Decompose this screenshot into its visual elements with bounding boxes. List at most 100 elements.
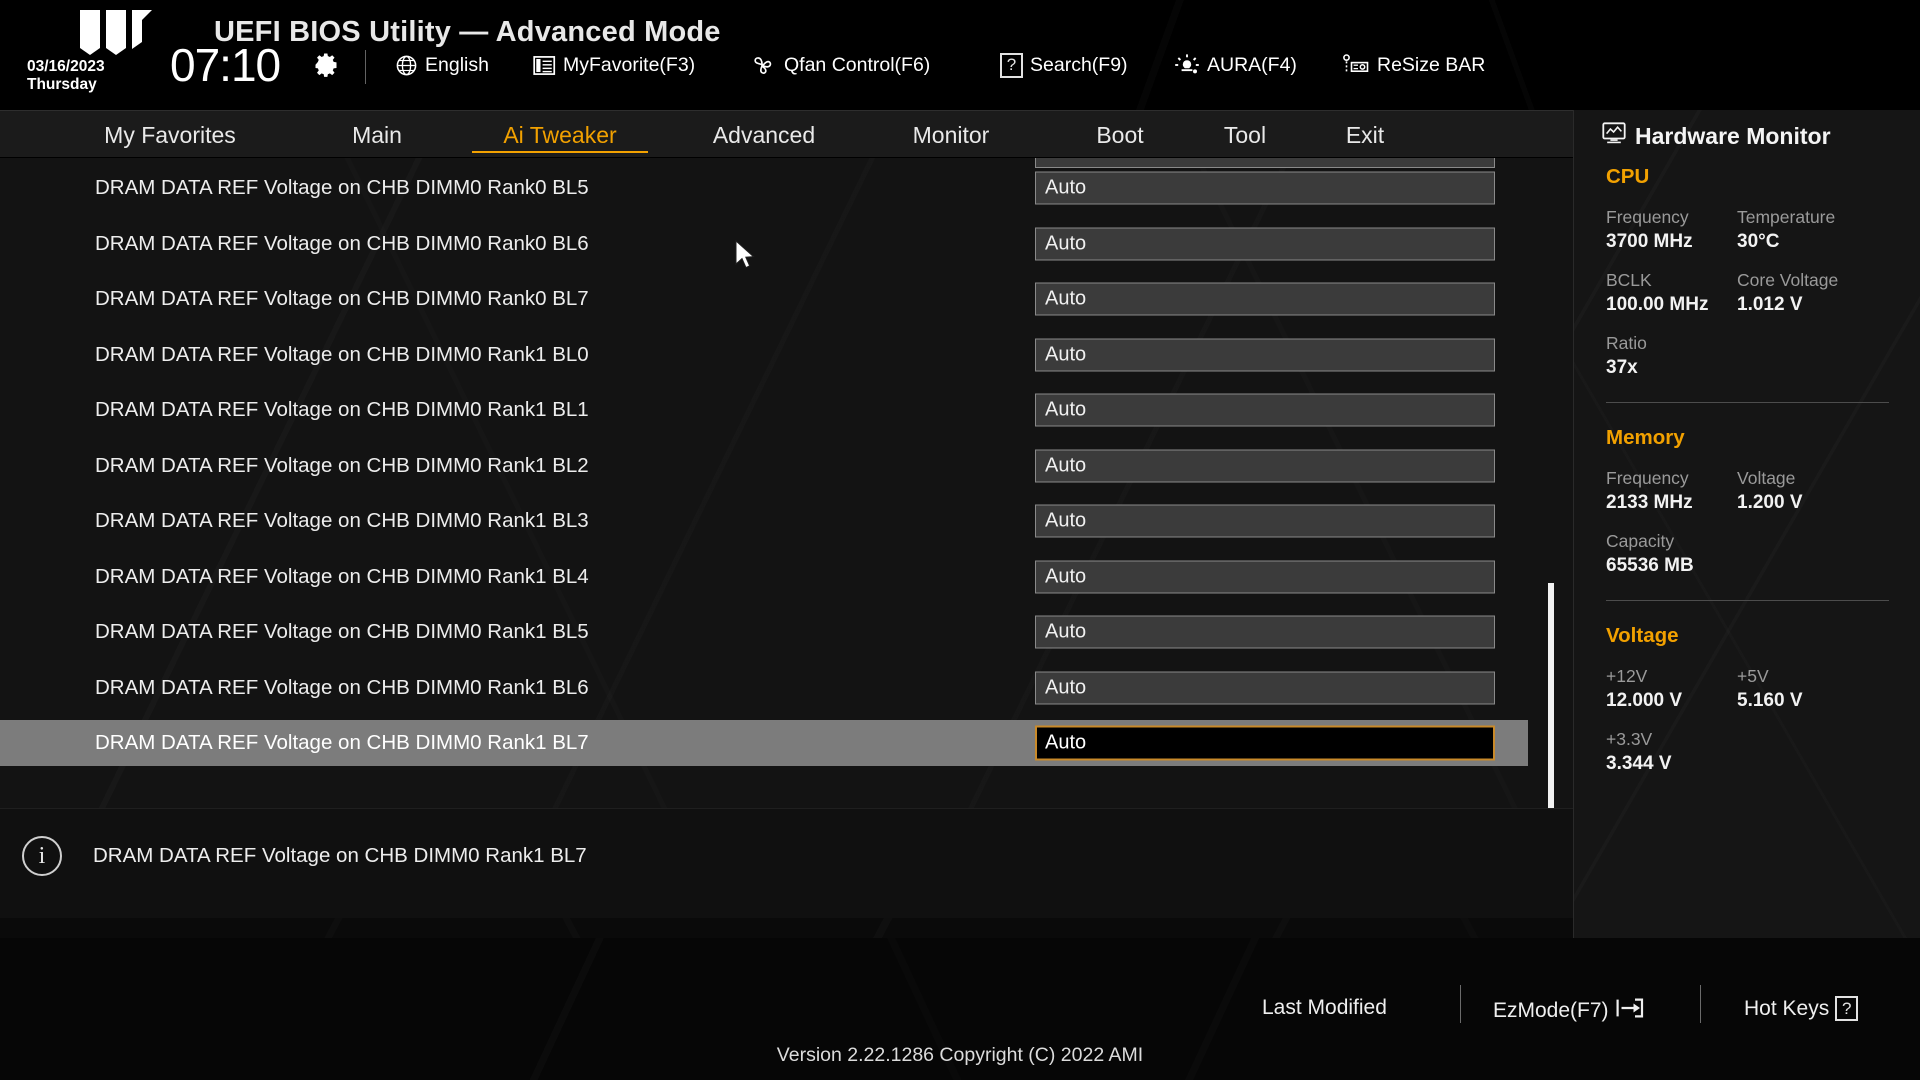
nav-item-main[interactable]: Main <box>325 111 429 159</box>
bios-screen: UEFI BIOS Utility — Advanced Mode 03/16/… <box>0 0 1920 1080</box>
table-row[interactable]: DRAM DATA REF Voltage on CHB DIMM0 Rank0… <box>0 221 1528 267</box>
last-modified-button[interactable]: Last Modified <box>1262 996 1387 1020</box>
hardware-monitor-title: Hardware Monitor <box>1602 122 1831 150</box>
setting-value-field[interactable]: Auto <box>1035 282 1495 316</box>
resize-bar-label: ReSize BAR <box>1377 53 1486 76</box>
setting-label: DRAM DATA REF Voltage on CHB DIMM0 Rank1… <box>95 731 589 754</box>
aura-label: AURA(F4) <box>1207 53 1297 76</box>
setting-value-field[interactable]: Auto <box>1035 227 1495 260</box>
myfavorite-button[interactable]: MyFavorite(F3) <box>533 52 695 78</box>
table-row[interactable]: DRAM DATA REF Voltage on CHB DIMM0 Rank1… <box>0 332 1528 378</box>
table-row[interactable]: DRAM DATA REF Voltage on CHB DIMM0 Rank0… <box>0 276 1528 322</box>
table-row[interactable]: DRAM DATA REF Voltage on CHB DIMM0 Rank1… <box>0 609 1528 655</box>
language-button[interactable]: English <box>395 52 489 78</box>
monitor-chart-icon <box>1602 122 1626 150</box>
question-box-icon: ? <box>1835 996 1859 1021</box>
scrollbar-thumb[interactable] <box>1547 582 1555 810</box>
nav-item-my-favorites[interactable]: My Favorites <box>72 111 268 159</box>
hwmon-value: 65536 MB <box>1606 555 1694 576</box>
nav-item-monitor[interactable]: Monitor <box>885 111 1017 159</box>
search-button[interactable]: ? Search(F9) <box>1000 52 1128 78</box>
setting-value: Auto <box>1045 509 1087 532</box>
setting-value-field-focused[interactable]: Auto <box>1035 725 1495 761</box>
setting-value-field[interactable]: Auto <box>1035 338 1495 371</box>
setting-value: Auto <box>1045 454 1087 476</box>
setting-label: DRAM DATA REF Voltage on CHB DIMM0 Rank0… <box>95 231 589 255</box>
table-row[interactable]: DRAM DATA REF Voltage on CHB DIMM0 Rank1… <box>0 665 1528 711</box>
hwmon-value: 5.160 V <box>1737 690 1803 711</box>
exit-arrow-icon <box>1615 996 1645 1026</box>
setting-label: DRAM DATA REF Voltage on CHB DIMM0 Rank0… <box>95 176 589 199</box>
resize-bar-button[interactable]: ReSize BAR <box>1340 52 1485 78</box>
tuf-gaming-logo <box>80 10 152 55</box>
nav-item-label: Ai Tweaker <box>503 121 617 148</box>
hwmon-key: Frequency <box>1606 207 1689 227</box>
hwmon-value: 3.344 V <box>1606 753 1672 774</box>
hwmon-value: 3700 MHz <box>1606 231 1693 252</box>
ezmode-button[interactable]: EzMode(F7) <box>1493 996 1645 1026</box>
setting-value: Auto <box>1045 731 1087 754</box>
aura-light-icon <box>1174 53 1200 77</box>
setting-label: DRAM DATA REF Voltage on CHB DIMM0 Rank1… <box>95 509 589 532</box>
last-modified-label: Last Modified <box>1262 996 1387 1019</box>
setting-value: Auto <box>1045 176 1087 199</box>
nav-item-exit[interactable]: Exit <box>1320 111 1410 159</box>
setting-value-field[interactable]: Auto <box>1035 449 1495 482</box>
hwmon-key: Core Voltage <box>1737 270 1839 290</box>
weekday-value: Thursday <box>27 76 97 93</box>
hwmon-value: 1.200 V <box>1737 492 1803 513</box>
qfan-control-button[interactable]: Qfan Control(F6) <box>750 52 930 78</box>
hotkeys-button[interactable]: Hot Keys ? <box>1744 996 1859 1021</box>
setting-value-field[interactable]: Auto <box>1035 615 1495 649</box>
language-label: English <box>425 53 489 76</box>
header-bar: UEFI BIOS Utility — Advanced Mode 03/16/… <box>0 0 1920 110</box>
info-bar-divider <box>0 808 1573 809</box>
fan-icon <box>750 53 777 77</box>
date-display: 03/16/2023 Thursday <box>27 58 105 94</box>
nav-item-label: Tool <box>1223 121 1267 148</box>
setting-value-field[interactable]: Auto <box>1035 504 1495 538</box>
clock-display: 07:10 <box>170 39 281 91</box>
hwmon-value: 30°C <box>1737 231 1780 252</box>
setting-value: Auto <box>1045 287 1087 310</box>
table-row[interactable]: DRAM DATA REF Voltage on CHB DIMM0 Rank1… <box>0 443 1528 489</box>
nav-item-label: Monitor <box>912 121 990 148</box>
setting-value: Auto <box>1045 343 1087 365</box>
setting-value: Auto <box>1045 676 1087 698</box>
nav-item-tool[interactable]: Tool <box>1200 111 1290 159</box>
hwmon-key: BCLK <box>1606 270 1652 290</box>
list-icon <box>533 55 556 76</box>
setting-value: Auto <box>1045 565 1087 587</box>
setting-value-field[interactable]: Auto <box>1035 671 1495 704</box>
aura-button[interactable]: AURA(F4) <box>1174 52 1297 78</box>
hwmon-value: 1.012 V <box>1737 294 1803 315</box>
nav-item-label: Boot <box>1096 121 1144 148</box>
table-row[interactable]: DRAM DATA REF Voltage on CHB DIMM0 Rank0… <box>0 165 1528 211</box>
nav-item-advanced[interactable]: Advanced <box>684 111 844 159</box>
setting-label: DRAM DATA REF Voltage on CHB DIMM0 Rank1… <box>95 620 589 643</box>
setting-label: DRAM DATA REF Voltage on CHB DIMM0 Rank1… <box>95 675 589 699</box>
table-row[interactable]: DRAM DATA REF Voltage on CHB DIMM0 Rank1… <box>0 387 1528 433</box>
gear-icon[interactable] <box>312 50 340 78</box>
resize-bar-icon <box>1340 53 1370 77</box>
setting-label: DRAM DATA REF Voltage on CHB DIMM0 Rank1… <box>95 564 589 588</box>
setting-value-field[interactable]: Auto <box>1035 560 1495 593</box>
hwmon-value: 100.00 MHz <box>1606 294 1709 315</box>
hwmon-divider <box>1606 402 1889 403</box>
hotkeys-label: Hot Keys <box>1744 996 1830 1020</box>
setting-value-field[interactable]: Auto <box>1035 171 1495 205</box>
date-value: 03/16/2023 <box>27 58 105 75</box>
nav-item-ai-tweaker[interactable]: Ai Tweaker <box>470 111 650 159</box>
hwmon-value: 2133 MHz <box>1606 492 1693 513</box>
ezmode-label: EzMode(F7) <box>1493 999 1609 1022</box>
nav-item-label: Advanced <box>712 121 816 148</box>
setting-value-field[interactable]: Auto <box>1035 393 1495 427</box>
table-row[interactable]: DRAM DATA REF Voltage on CHB DIMM0 Rank1… <box>0 720 1528 766</box>
hwmon-value: 12.000 V <box>1606 690 1683 711</box>
nav-item-boot[interactable]: Boot <box>1070 111 1170 159</box>
search-label: Search(F9) <box>1030 53 1128 76</box>
info-bar: i DRAM DATA REF Voltage on CHB DIMM0 Ran… <box>0 808 1573 918</box>
setting-label: DRAM DATA REF Voltage on CHB DIMM0 Rank1… <box>95 453 589 477</box>
table-row[interactable]: DRAM DATA REF Voltage on CHB DIMM0 Rank1… <box>0 498 1528 544</box>
table-row[interactable]: DRAM DATA REF Voltage on CHB DIMM0 Rank1… <box>0 554 1528 600</box>
